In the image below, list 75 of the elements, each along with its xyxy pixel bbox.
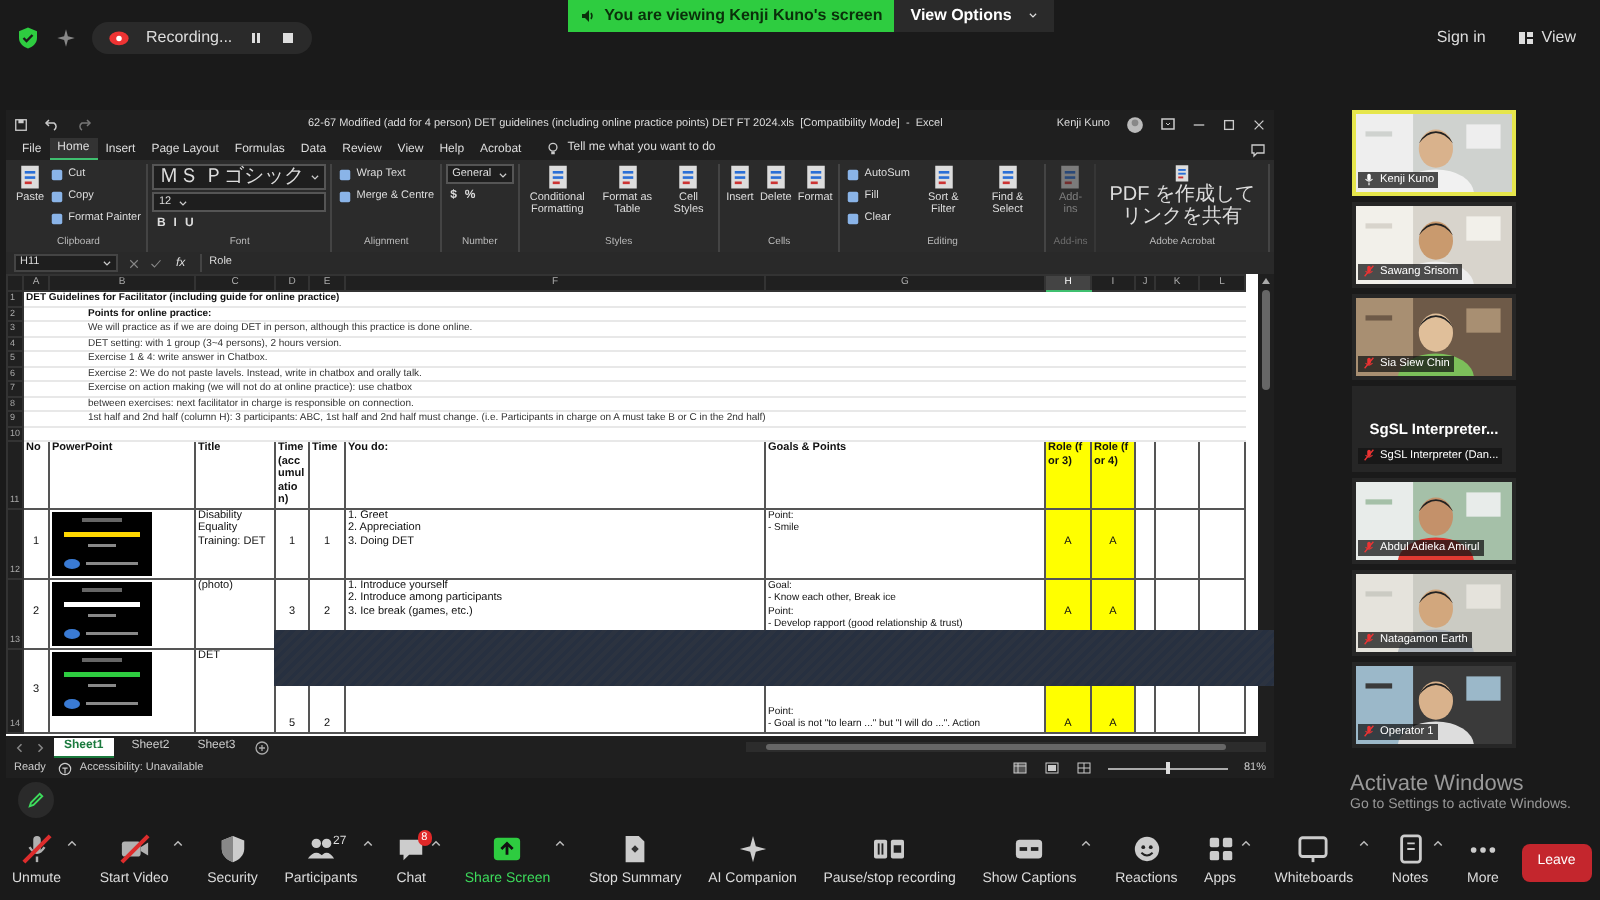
document-icon [801,164,830,192]
speaker-icon [580,7,597,23]
caret-icon[interactable] [361,838,374,851]
annotate-button[interactable] [18,782,54,818]
square-icon [50,189,65,203]
document-icon [761,164,790,192]
stop-icon[interactable] [280,29,297,45]
comment-icon[interactable] [1250,141,1266,157]
document-icon [674,164,703,192]
pause-icon[interactable] [248,29,265,45]
slide-thumbnail [52,651,152,715]
document-icon [1056,164,1085,192]
square-icon [846,211,861,225]
maximize-icon[interactable] [1222,117,1236,131]
square-icon [50,167,65,181]
caret-icon[interactable] [1357,838,1370,851]
sign-in-button[interactable]: Sign in [1428,21,1494,53]
caret-icon [310,172,321,182]
square-icon [50,211,65,225]
watermark-title: Activate Windows [1350,772,1526,796]
ribbon-display-icon[interactable] [1160,116,1176,132]
banner-text: You are viewing Kenji Kuno's screen [604,3,883,27]
shield-icon[interactable] [16,25,40,49]
caret-icon[interactable] [1080,838,1093,851]
caret-icon[interactable] [172,838,185,851]
caret-icon[interactable] [1432,838,1445,851]
square-icon [846,167,861,181]
slide-thumbnail [52,581,152,645]
check-icon[interactable] [150,257,162,269]
square-icon [846,189,861,203]
slide-thumbnail [52,511,152,575]
next-sheet-icon[interactable] [34,741,46,753]
caret-icon [497,169,508,179]
caret-icon [102,258,112,268]
recording-label: Recording... [146,25,233,49]
document-icon [993,164,1022,192]
document-icon [725,164,754,192]
caret-icon[interactable] [554,838,567,851]
zoom-slider[interactable] [1107,762,1228,774]
slider-thumb[interactable] [1165,762,1170,774]
caret-icon[interactable] [1240,838,1252,851]
accessibility-icon[interactable] [57,761,72,775]
undo-icon[interactable] [44,116,60,132]
view-options-button[interactable]: View Options [894,0,1054,31]
sparkle-icon[interactable] [56,27,76,47]
layout-icon [1517,29,1534,45]
dropdown[interactable]: ＭＳ Ｐゴシック [152,164,327,190]
lightbulb-icon [545,142,560,156]
recording-icon [108,26,130,48]
document-icon [543,164,572,192]
caret-icon[interactable] [430,838,443,851]
save-icon[interactable] [14,117,28,131]
document-icon [929,164,958,192]
scrollbar[interactable] [1258,274,1274,394]
document-icon [613,164,642,192]
previous-sheet-icon[interactable] [14,741,26,753]
scrollbar[interactable] [746,740,1266,754]
page-layout-icon[interactable] [1043,760,1060,776]
caret-icon [1027,10,1038,20]
redo-icon[interactable] [76,116,92,132]
view-button[interactable]: View [1509,21,1584,53]
avatar-icon[interactable] [1126,115,1144,133]
page-break-icon[interactable] [1075,760,1092,776]
add-sheet-icon[interactable] [253,739,270,755]
pencil-icon [26,790,46,810]
square-icon [338,189,353,203]
document-icon [1172,164,1193,184]
normal-view-icon[interactable] [1011,760,1028,776]
ribbon-button[interactable]: PDF を作成してリンクを共有 [1100,164,1264,228]
document-icon [16,164,45,192]
cancel-icon[interactable] [128,257,140,269]
caret-icon[interactable] [65,838,78,851]
caret-icon [177,197,188,207]
close-icon[interactable] [1252,117,1266,131]
square-icon [338,167,353,181]
